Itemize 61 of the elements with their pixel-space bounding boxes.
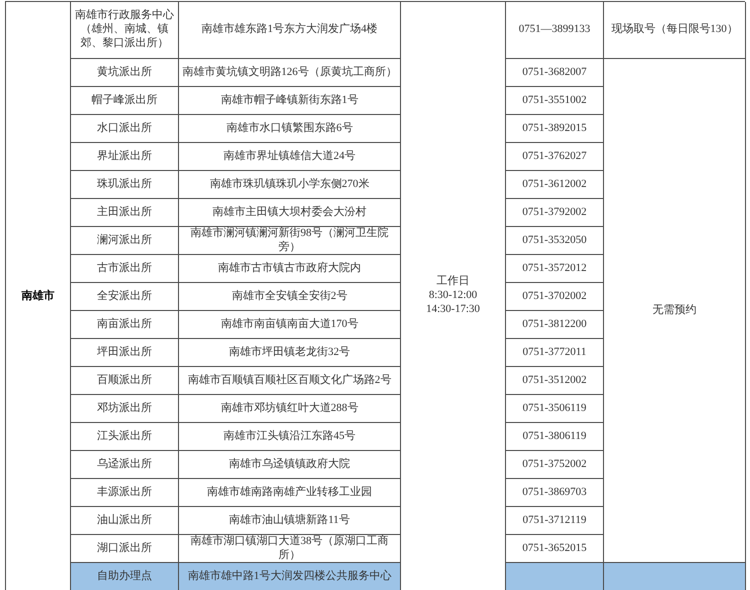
phone-cell: 0751-3869703	[506, 479, 604, 507]
address-cell: 南雄市帽子峰镇新街东路1号	[179, 87, 401, 115]
phone-cell: 0751-3612002	[506, 171, 604, 199]
name-cell: 珠玑派出所	[71, 171, 179, 199]
phone-cell: 0751-3792002	[506, 199, 604, 227]
address-cell: 南雄市南亩镇南亩大道170号	[179, 311, 401, 339]
phone-cell: 0751-3712119	[506, 507, 604, 535]
phone-cell: 0751-3652015	[506, 535, 604, 563]
phone-cell: 0751-3551002	[506, 87, 604, 115]
name-cell: 黄坑派出所	[71, 59, 179, 87]
name-cell: 坪田派出所	[71, 339, 179, 367]
name-cell: 江头派出所	[71, 423, 179, 451]
name-cell: 主田派出所	[71, 199, 179, 227]
phone-cell: 0751-3702002	[506, 283, 604, 311]
address-cell: 南雄市澜河镇澜河新街98号（澜河卫生院旁）	[179, 227, 401, 255]
address-cell: 南雄市雄东路1号东方大润发广场4楼	[179, 2, 401, 59]
phone-cell: 0751-3572012	[506, 255, 604, 283]
address-cell: 南雄市乌迳镇镇政府大院	[179, 451, 401, 479]
address-cell: 南雄市全安镇全安街2号	[179, 283, 401, 311]
address-cell: 南雄市珠玑镇珠玑小学东侧270米	[179, 171, 401, 199]
address-cell: 南雄市油山镇塘新路11号	[179, 507, 401, 535]
phone-cell: 0751-3762027	[506, 143, 604, 171]
name-cell: 古市派出所	[71, 255, 179, 283]
address-cell: 南雄市百顺镇百顺社区百顺文化广场路2号	[179, 367, 401, 395]
address-cell: 南雄市黄坑镇文明路126号（原黄坑工商所）	[179, 59, 401, 87]
phone-cell: 0751-3892015	[506, 115, 604, 143]
appointment-cell: 无需预约	[604, 59, 746, 563]
name-cell: 界址派出所	[71, 143, 179, 171]
name-cell: 丰源派出所	[71, 479, 179, 507]
appointment-cell: 现场取号（每日限号130）	[604, 2, 746, 59]
address-cell: 南雄市水口镇繁围东路6号	[179, 115, 401, 143]
name-cell: 乌迳派出所	[71, 451, 179, 479]
name-cell: 南亩派出所	[71, 311, 179, 339]
name-cell: 油山派出所	[71, 507, 179, 535]
name-cell: 邓坊派出所	[71, 395, 179, 423]
phone-cell: 0751-3772011	[506, 339, 604, 367]
address-cell: 南雄市湖口镇湖口大道38号（原湖口工商所）	[179, 535, 401, 563]
phone-cell: 0751-3532050	[506, 227, 604, 255]
name-cell: 南雄市行政服务中心（雄州、南城、镇郊、黎口派出所）	[71, 2, 179, 59]
address-cell: 南雄市雄南路南雄产业转移工业园	[179, 479, 401, 507]
phone-cell: 0751-3806119	[506, 423, 604, 451]
name-cell: 水口派出所	[71, 115, 179, 143]
address-cell: 南雄市雄中路1号大润发四楼公共服务中心	[179, 563, 401, 590]
phone-cell: 0751—3899133	[506, 2, 604, 59]
address-cell: 南雄市古市镇古市政府大院内	[179, 255, 401, 283]
phone-cell: 0751-3812200	[506, 311, 604, 339]
address-cell: 南雄市界址镇雄信大道24号	[179, 143, 401, 171]
name-cell: 湖口派出所	[71, 535, 179, 563]
name-cell: 澜河派出所	[71, 227, 179, 255]
phone-cell: 0751-3752002	[506, 451, 604, 479]
phone-cell: 0751-3506119	[506, 395, 604, 423]
name-cell: 自助办理点	[71, 563, 179, 590]
name-cell: 全安派出所	[71, 283, 179, 311]
address-cell: 南雄市坪田镇老龙街32号	[179, 339, 401, 367]
address-cell: 南雄市主田镇大坝村委会大汾村	[179, 199, 401, 227]
phone-cell: 0751-3682007	[506, 59, 604, 87]
address-cell: 南雄市邓坊镇红叶大道288号	[179, 395, 401, 423]
address-cell: 南雄市江头镇沿江东路45号	[179, 423, 401, 451]
phone-cell: 0751-3512002	[506, 367, 604, 395]
name-cell: 百顺派出所	[71, 367, 179, 395]
name-cell: 帽子峰派出所	[71, 87, 179, 115]
